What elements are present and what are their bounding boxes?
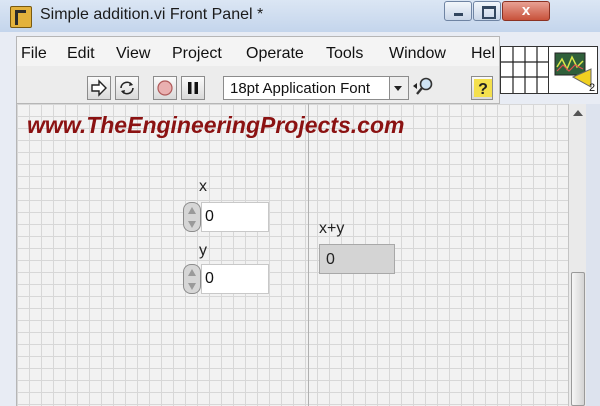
pause-icon — [188, 82, 198, 94]
scrollbar-thumb[interactable] — [571, 272, 585, 406]
increment-arrow-icon — [188, 269, 196, 276]
menu-file[interactable]: File — [21, 45, 47, 63]
help-button[interactable]: ? — [471, 76, 493, 100]
control-y-value: 0 — [205, 270, 214, 287]
control-y-field[interactable]: 0 — [201, 264, 269, 294]
connector-pane[interactable] — [500, 46, 550, 94]
maximize-button[interactable] — [473, 1, 501, 21]
indicator-sum: 0 — [319, 244, 395, 274]
run-continuously-button[interactable] — [115, 76, 139, 100]
menu-view[interactable]: View — [116, 45, 150, 63]
front-panel[interactable]: www.TheEngineeringProjects.com x 0 y 0 x… — [16, 104, 569, 406]
run-continuously-icon — [120, 81, 134, 95]
control-x-value: 0 — [205, 208, 214, 225]
control-x-label: x — [199, 178, 207, 195]
chevron-down-icon[interactable] — [389, 77, 408, 99]
search-icon — [413, 77, 433, 95]
control-x-field[interactable]: 0 — [201, 202, 269, 232]
menu-window[interactable]: Window — [389, 45, 446, 63]
window-frame-edge — [586, 104, 600, 406]
run-arrow-icon — [91, 79, 107, 97]
abort-icon — [157, 80, 173, 96]
svg-text:?: ? — [478, 81, 488, 97]
run-button[interactable] — [87, 76, 111, 100]
vi-icon[interactable]: 2 — [548, 46, 598, 94]
labview-app-icon[interactable] — [10, 6, 32, 28]
menu-edit[interactable]: Edit — [67, 45, 95, 63]
font-selector-label: 18pt Application Font — [230, 80, 371, 97]
connector-grid-icon — [501, 47, 549, 93]
vi-waveform-icon: 2 — [551, 49, 595, 94]
decrement-arrow-icon — [188, 221, 196, 228]
font-selector[interactable]: 18pt Application Font — [223, 76, 409, 100]
menu-help[interactable]: Hel — [471, 45, 495, 63]
scroll-up-arrow-icon[interactable] — [573, 110, 583, 116]
search-button[interactable] — [411, 76, 439, 100]
vi-icon-number: 2 — [589, 82, 595, 93]
menu-operate[interactable]: Operate — [246, 45, 304, 63]
control-y-increment-decrement[interactable] — [183, 264, 201, 294]
control-y-label: y — [199, 242, 207, 259]
help-icon: ? — [474, 79, 492, 97]
panel-divider — [308, 104, 309, 406]
watermark-text: www.TheEngineeringProjects.com — [27, 112, 405, 138]
vertical-scrollbar[interactable] — [568, 104, 586, 406]
increment-arrow-icon — [188, 207, 196, 214]
pause-button[interactable] — [181, 76, 205, 100]
title-bar: Simple addition.vi Front Panel * x — [0, 0, 600, 32]
abort-button[interactable] — [153, 76, 177, 100]
close-button[interactable]: x — [502, 1, 550, 21]
control-x-increment-decrement[interactable] — [183, 202, 201, 232]
menu-tools[interactable]: Tools — [326, 45, 363, 63]
indicator-sum-label: x+y — [319, 220, 345, 237]
minimize-button[interactable] — [444, 1, 472, 21]
decrement-arrow-icon — [188, 283, 196, 290]
menu-bar: File Edit View Project Operate Tools Win… — [16, 36, 500, 66]
menu-project[interactable]: Project — [172, 45, 222, 63]
toolbar: 18pt Application Font ? — [16, 66, 500, 104]
indicator-sum-value: 0 — [326, 251, 335, 268]
close-icon: x — [521, 2, 531, 19]
window-title: Simple addition.vi Front Panel * — [40, 6, 264, 23]
